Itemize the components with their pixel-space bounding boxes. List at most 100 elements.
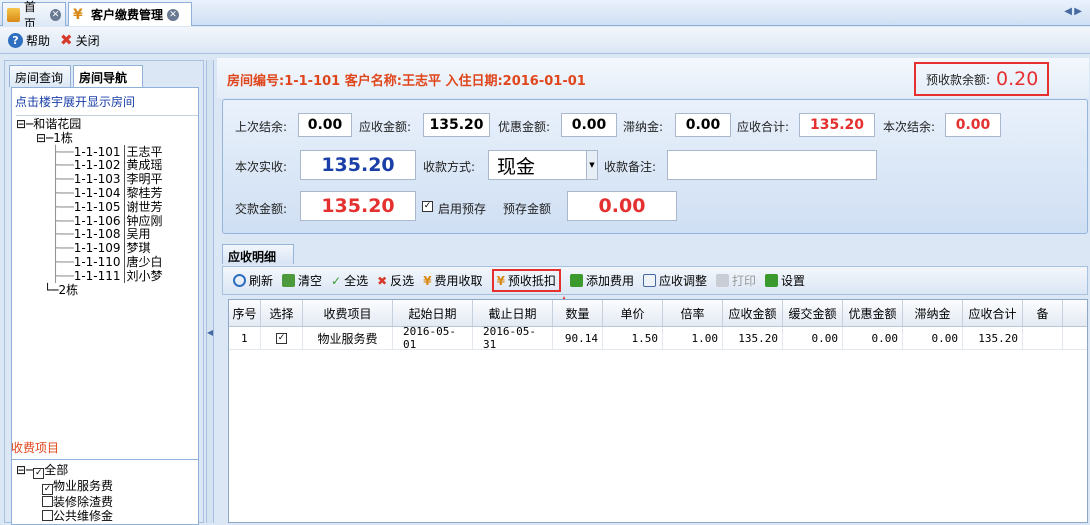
close-icon[interactable]: ✕ [49,8,61,21]
fee-collect-button[interactable]: ¥ 费用收取 [423,272,482,289]
column-header[interactable]: 序号 [229,300,261,326]
this-balance-field[interactable]: 0.00 [945,113,1001,137]
room-code: 1-1-110 [73,254,121,269]
grid-header: 序号 选择 收费项目 起始日期 截止日期 数量 单价 倍率 应收金额 缓交金额 优惠金额 滞纳金 应收合… [229,300,1087,327]
tab-room-query[interactable]: 房间查询 [9,65,71,87]
column-header[interactable]: 应收合计 [963,300,1023,326]
note-input[interactable] [667,150,877,180]
help-button[interactable]: ? 帮助 [8,32,50,49]
room-item[interactable]: ├──1-1-105 谢世芳 [16,199,198,215]
collapse-icon[interactable]: ◀ [207,328,213,337]
room-item[interactable]: ├──1-1-109 梦琪 [16,241,198,256]
button-label: 全选 [344,274,369,288]
room-name: 李明平 [123,172,163,187]
room-item[interactable]: ├──1-1-103 李明平 [16,172,198,187]
add-fee-button[interactable]: 添加费用 [569,272,634,289]
prepay-field[interactable]: 0.00 [567,191,677,221]
room-code: 1-1-111 [73,268,121,283]
tree-building-1[interactable]: ⊟─1栋 [16,131,198,146]
checkbox-icon[interactable]: ✓ [42,484,53,495]
table-cell: 0.00 [783,327,843,349]
checkbox-icon[interactable]: ✓ [33,468,45,479]
room-item[interactable]: ├──1-1-111 刘小梦 [16,268,198,284]
button-label: 添加费用 [585,274,634,288]
fee-item[interactable]: ✓ 物业服务费 [16,479,194,495]
settings-icon [764,274,778,287]
column-header[interactable]: 数量 [553,300,603,326]
fee-items-tree: ⊟─ ✓ 全部 ✓ 物业服务费 装修除渣费 公共维修金 [11,459,199,525]
close-button[interactable]: ✖ 关闭 [60,32,100,49]
fee-item[interactable]: 公共维修金 [16,509,194,523]
cross-icon: ✖ [377,273,388,288]
help-icon: ? [8,32,23,48]
button-label: 预收抵扣 [507,274,556,288]
paid-field[interactable]: 135.20 [300,191,416,221]
fee-item-all[interactable]: ⊟─ ✓ 全部 [16,463,194,479]
tree-building-2[interactable]: └─2栋 [16,283,198,298]
printer-icon [715,274,729,287]
tab-home[interactable]: 首页 ✕ [2,0,66,31]
clear-button[interactable]: 清空 [282,272,322,289]
receivable-label: 应收金额: [359,120,412,134]
discount-field[interactable]: 0.00 [561,113,617,137]
tree-root[interactable]: ⊟─和谐花园 [16,117,198,132]
column-header[interactable]: 选择 [261,300,303,326]
column-header[interactable]: 滞纳金 [903,300,963,326]
close-icon[interactable]: ✕ [167,8,180,21]
refresh-button[interactable]: 刷新 [233,272,273,289]
settings-button[interactable]: 设置 [764,272,805,289]
select-all-button[interactable]: ✓ 全选 [331,272,368,289]
balance-value: 0.20 [996,68,1039,90]
late-fee-field[interactable]: 0.00 [675,113,731,137]
column-header[interactable]: 倍率 [663,300,723,326]
splitter[interactable]: ◀ [206,60,214,523]
scroll-left-icon[interactable]: ◀ [1064,6,1072,17]
method-select[interactable]: 现金 ▼ [488,150,598,180]
fee-item[interactable]: 装修除渣费 [16,495,194,509]
room-name: 刘小梦 [123,268,163,283]
column-header[interactable]: 应收金额 [723,300,783,326]
button-label: 设置 [780,274,805,288]
tab-receivable-detail[interactable]: 应收明细 [222,244,294,264]
column-header[interactable]: 截止日期 [473,300,553,326]
tab-room-nav[interactable]: 房间导航 [73,65,143,87]
column-header[interactable]: 单价 [603,300,663,326]
checkbox-icon[interactable] [42,510,53,521]
home-icon [7,7,20,22]
receivable-field[interactable]: 135.20 [423,113,490,137]
room-name: 唐少白 [123,254,163,269]
room-code: 1-1-101 [73,144,121,159]
total-field[interactable]: 135.20 [799,113,875,137]
room-item[interactable]: ├──1-1-110 唐少白 [16,254,198,270]
column-header[interactable]: 缓交金额 [783,300,843,326]
room-item[interactable]: ├──1-1-104 黎桂芳 [16,185,198,201]
column-header[interactable]: 备 [1023,300,1063,326]
tab-label: 客户缴费管理 [91,8,164,22]
tab-customer-payment[interactable]: ¥ 客户缴费管理 ✕ [68,2,192,26]
help-label: 帮助 [26,33,51,48]
scroll-right-icon[interactable]: ▶ [1074,6,1082,17]
prepay-deduct-button[interactable]: ¥ 预收抵扣 [491,269,561,292]
button-label: 刷新 [249,274,274,288]
invert-select-button[interactable]: ✖ 反选 [377,272,414,289]
actual-field[interactable]: 135.20 [300,150,416,180]
table-row[interactable]: 1 ✓ 物业服务费 2016-05-01 2016-05-31 90.14 1.50 1.00… [229,325,1087,351]
prepay-enable-checkbox[interactable]: ✓ [422,201,433,212]
print-button[interactable]: 打印 [715,272,756,289]
room-code: 1-1-105 [73,199,121,214]
column-header[interactable]: 优惠金额 [843,300,903,326]
table-cell: 135.20 [723,327,783,349]
prepay-enable-label: 启用预存 [438,202,487,216]
room-code: 1-1-106 [73,213,121,228]
button-label: 打印 [731,274,756,288]
column-header[interactable]: 收费项目 [303,300,393,326]
search-icon [233,274,246,287]
last-balance-field[interactable]: 0.00 [298,113,352,137]
row-checkbox[interactable]: ✓ [276,332,287,344]
chevron-down-icon[interactable]: ▼ [586,151,597,179]
checkbox-icon[interactable] [42,496,53,507]
adjust-button[interactable]: 应收调整 [642,272,707,289]
method-label: 收款方式: [423,160,476,174]
room-code: 1-1-102 [73,158,121,173]
column-header[interactable]: 起始日期 [393,300,473,326]
